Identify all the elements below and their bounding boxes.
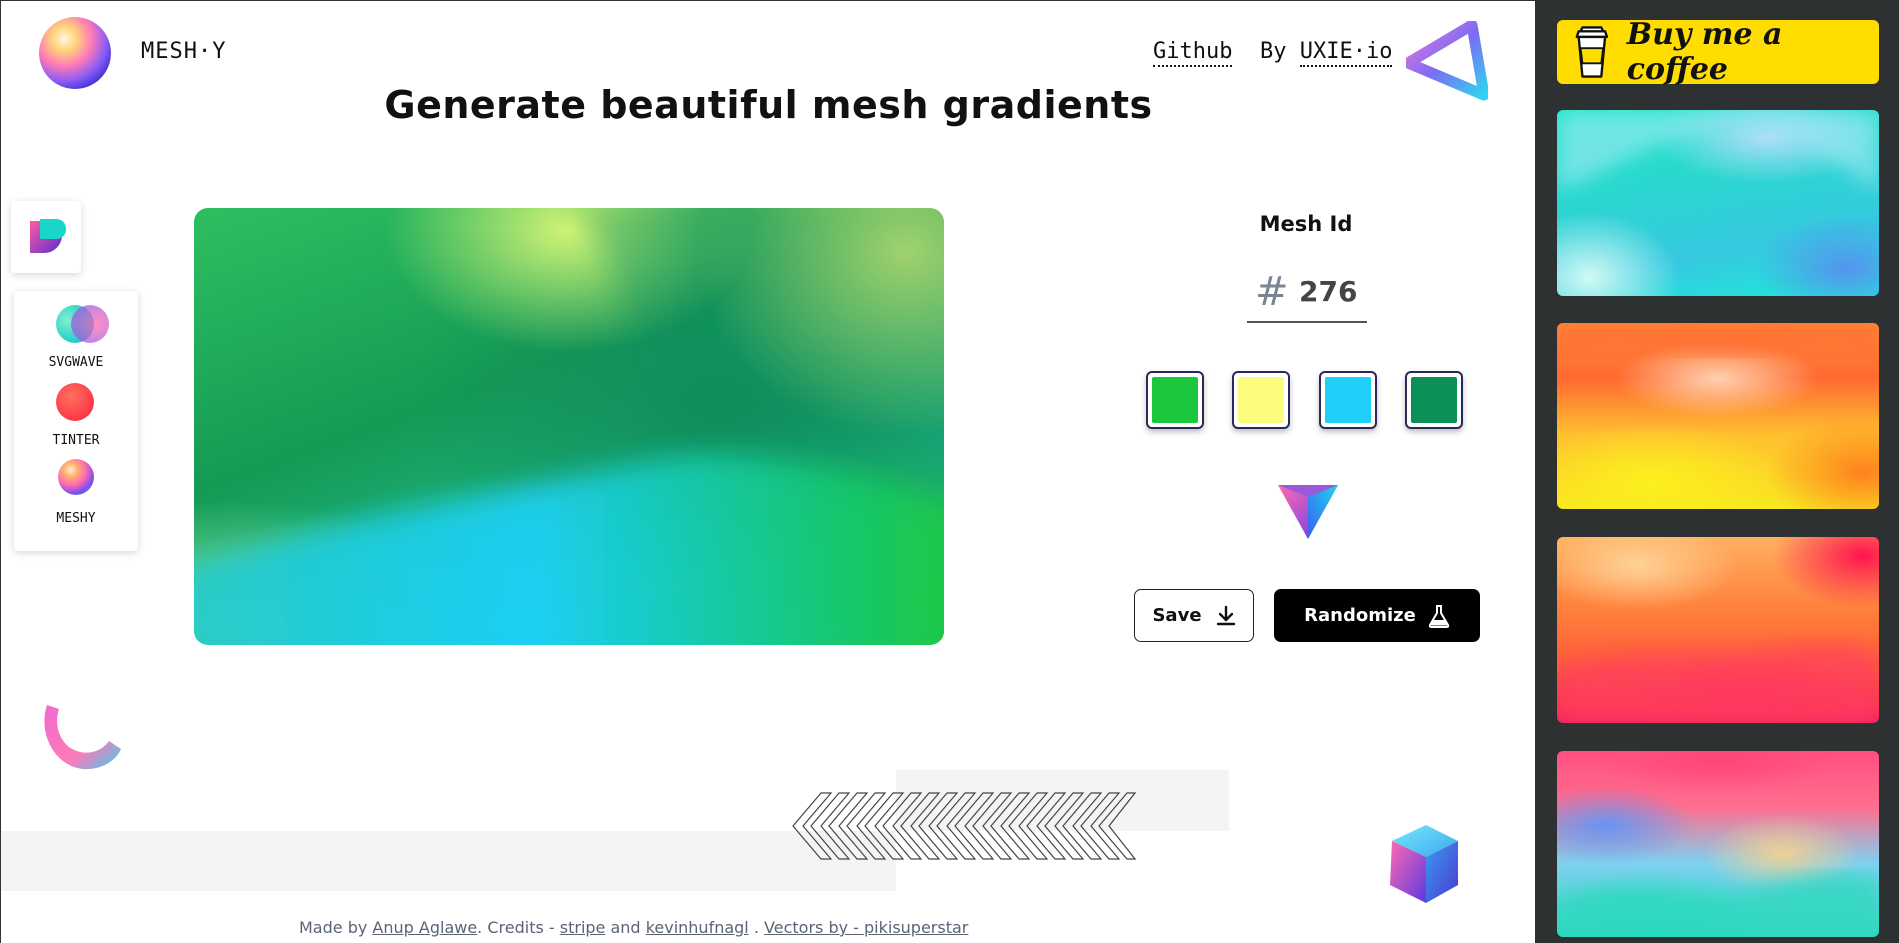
chevrons-icon	[792, 792, 1136, 860]
footer-vectors-link[interactable]: Vectors by - pikisuperstar	[764, 918, 968, 937]
app-label-meshy: MESHY	[56, 511, 96, 526]
mesh-thumbnail-4[interactable]	[1557, 751, 1879, 937]
buy-me-a-coffee-label: Buy me a coffee	[1626, 17, 1783, 87]
footer-credit-stripe-link[interactable]: stripe	[560, 918, 606, 937]
coffee-cup-icon	[1575, 26, 1609, 78]
page-heading: Generate beautiful mesh gradients	[384, 83, 1153, 127]
thumb-wave-2	[1557, 323, 1879, 356]
buy-me-a-coffee-button[interactable]: Buy me a coffee	[1557, 17, 1879, 87]
color-swatch-2-fill	[1238, 377, 1284, 423]
main-panel: MESH·Y Github By UXIE·io Generate beauti…	[0, 0, 1535, 943]
color-swatch-1[interactable]	[1146, 371, 1204, 429]
app-label-tinter: TINTER	[52, 433, 100, 448]
randomize-button-label: Randomize	[1304, 605, 1416, 626]
cube-icon	[1390, 825, 1458, 903]
logo-text[interactable]: MESH·Y	[141, 39, 226, 64]
footer-credits: . Credits -	[477, 918, 555, 937]
footer-author-link[interactable]: Anup Aglawe	[372, 918, 477, 937]
by-uxie: By UXIE·io	[1260, 39, 1393, 67]
randomize-button[interactable]: Randomize	[1274, 589, 1480, 642]
mesh-thumbnail-3[interactable]	[1557, 537, 1879, 723]
color-swatch-4[interactable]	[1405, 371, 1463, 429]
color-swatch-3-fill	[1325, 377, 1371, 423]
meshy-icon	[58, 459, 94, 495]
save-button[interactable]: Save	[1134, 589, 1254, 642]
save-button-label: Save	[1152, 605, 1202, 626]
color-swatch-2[interactable]	[1232, 371, 1290, 429]
github-link-label[interactable]: Github	[1153, 39, 1233, 67]
color-swatch-4-fill	[1411, 377, 1457, 423]
uxie-link[interactable]: UXIE·io	[1299, 39, 1393, 67]
mesh-id-input[interactable]: # 276	[1247, 261, 1367, 323]
color-swatch-1-fill	[1152, 377, 1198, 423]
mesh-thumbnail-2[interactable]	[1557, 323, 1879, 509]
ring-icon	[44, 705, 121, 770]
mesh-wave-layer	[194, 208, 944, 645]
mesh-gradient-preview	[194, 208, 944, 645]
prism-icon	[1278, 485, 1338, 539]
hash-icon: #	[1255, 269, 1289, 315]
mesh-id-label: Mesh Id	[1259, 212, 1353, 236]
mesh-thumbnail-1[interactable]	[1557, 110, 1879, 296]
thumb-wave-1	[1557, 110, 1879, 190]
apps-list: SVGWAVE TINTER MESHY	[14, 291, 138, 551]
tinter-icon	[56, 383, 94, 421]
meshy-logo-icon[interactable]	[39, 17, 111, 89]
color-swatch-3[interactable]	[1319, 371, 1377, 429]
footer: Made by Anup Aglawe. Credits - stripe an…	[299, 918, 968, 937]
app-label-svgwave: SVGWAVE	[48, 355, 104, 370]
footer-made-by: Made by	[299, 918, 368, 937]
app-logo-card[interactable]	[11, 201, 81, 273]
footer-credit-kevin-link[interactable]: kevinhufnagl	[646, 918, 749, 937]
footer-sep: .	[753, 918, 759, 937]
decor-band-1	[1, 831, 896, 891]
thumb-wave-3	[1557, 645, 1879, 723]
by-label: By	[1260, 39, 1287, 64]
mesh-id-value[interactable]: 276	[1299, 275, 1357, 308]
github-link[interactable]: Github	[1153, 39, 1233, 67]
thumb-wave-4	[1557, 874, 1879, 937]
app-logo-icon	[30, 219, 66, 253]
footer-and: and	[610, 918, 641, 937]
svgwave-icon-overlay	[71, 305, 109, 343]
download-icon	[1216, 605, 1235, 625]
flask-icon	[1428, 604, 1450, 628]
